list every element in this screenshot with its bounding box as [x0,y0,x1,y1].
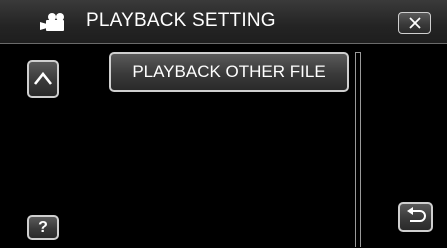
return-arrow-icon [406,207,426,222]
scrollbar[interactable] [355,52,361,247]
chevron-up-icon [33,71,53,85]
video-camera-icon [40,13,64,31]
scroll-up-button[interactable] [27,60,59,98]
page-title: PLAYBACK SETTING [86,10,276,31]
close-icon [408,17,421,29]
close-button[interactable] [398,12,431,34]
title-bar: PLAYBACK SETTING [0,0,447,44]
help-button[interactable]: ? [27,215,59,240]
menu-item-playback-other-file[interactable]: PLAYBACK OTHER FILE [109,52,349,92]
back-button[interactable] [398,202,433,232]
